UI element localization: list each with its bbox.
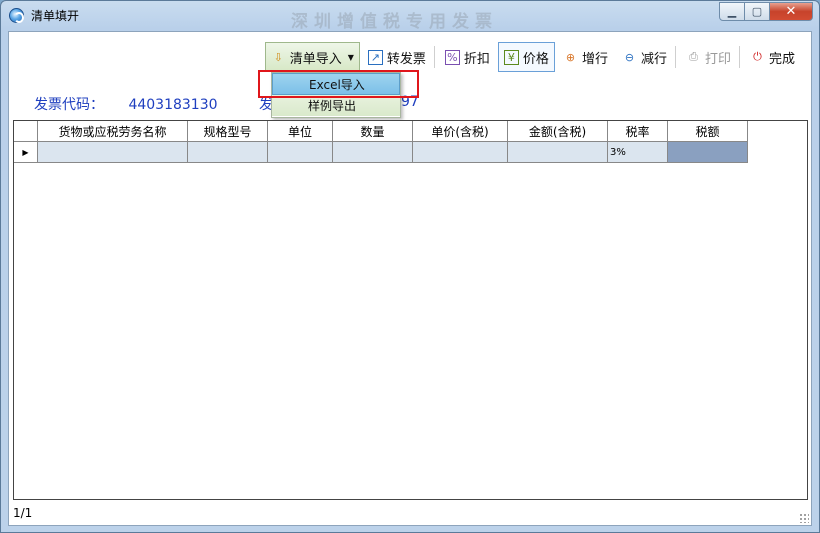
column-header[interactable]: 货物或应税劳务名称 (38, 121, 188, 142)
price-button[interactable]: ¥ 价格 (497, 42, 555, 72)
close-button[interactable]: ✕ (770, 2, 813, 21)
delete-row-icon: ⊖ (624, 50, 635, 64)
cell-quantity[interactable] (333, 142, 413, 163)
add-row-label: 增行 (581, 51, 608, 67)
window-title: 清单填开 (31, 9, 80, 23)
to-invoice-button[interactable]: ↗ 转发票 (362, 42, 432, 72)
discount-button[interactable]: % 折扣 (439, 42, 496, 72)
print-button[interactable]: ⎙ 打印 (680, 42, 737, 72)
convert-icon: ↗ (367, 49, 383, 65)
delete-row-label: 减行 (640, 51, 667, 67)
column-header[interactable]: 单价(含税) (413, 121, 508, 142)
cell-unit[interactable] (268, 142, 333, 163)
page-indicator: 1/1 (13, 506, 33, 520)
column-header[interactable]: 税率 (608, 121, 668, 142)
toolbar-separator (738, 46, 740, 68)
invoice-code-label: 发票代码： (34, 97, 104, 113)
done-button[interactable]: ⏻ 完成 (744, 42, 801, 72)
invoice-code-value: 4403183130 (128, 97, 218, 113)
grid-header-row: 货物或应税劳务名称 规格型号 单位 数量 单价(含税) 金额(含税) 税率 税额 (14, 121, 748, 142)
toolbar-separator (433, 46, 435, 68)
cell-goods-name[interactable] (38, 142, 188, 163)
power-icon: ⏻ (753, 50, 762, 63)
table-row[interactable]: ▶ 3% (14, 142, 748, 163)
row-pointer-icon[interactable]: ▶ (14, 142, 38, 163)
discount-label: 折扣 (463, 51, 490, 67)
cell-unit-price[interactable] (413, 142, 508, 163)
highlight-box (258, 70, 419, 98)
price-icon: ¥ (503, 49, 519, 65)
column-header[interactable]: 单位 (268, 121, 333, 142)
done-label: 完成 (768, 51, 795, 67)
list-import-label: 清单导入 (289, 51, 342, 67)
printer-icon: ⎙ (689, 50, 698, 63)
price-label: 价格 (522, 51, 549, 67)
delete-row-button[interactable]: ⊖ 减行 (616, 42, 673, 72)
toolbar: ⇩ 清单导入 ▼ ↗ 转发票 % 折扣 ¥ 价格 ⊕ 增行 ⊖ 减行 ⎙ 打印 … (263, 40, 801, 74)
minimize-icon: ▁ (727, 5, 737, 18)
title-bar[interactable]: 清单填开 深圳增值税专用发票 ▁ ▢ ✕ (1, 1, 819, 32)
column-header[interactable]: 数量 (333, 121, 413, 142)
invoice-list-window: 清单填开 深圳增值税专用发票 ▁ ▢ ✕ ⇩ 清单导入 ▼ ↗ 转发票 % 折扣 (0, 0, 820, 533)
import-icon: ⇩ (273, 50, 283, 64)
client-area: ⇩ 清单导入 ▼ ↗ 转发票 % 折扣 ¥ 价格 ⊕ 增行 ⊖ 减行 ⎙ 打印 … (8, 31, 812, 526)
app-icon (9, 8, 24, 23)
window-controls: ▁ ▢ ✕ (719, 2, 813, 21)
column-header[interactable]: 税额 (668, 121, 748, 142)
add-row-icon: ⊕ (565, 50, 576, 64)
cell-tax-rate[interactable]: 3% (608, 142, 668, 163)
background-invoice-title: 深圳增值税专用发票 (291, 12, 498, 32)
invoice-code-row: 发票代码： 4403183130 (34, 94, 218, 114)
column-header[interactable]: 规格型号 (188, 121, 268, 142)
minimize-button[interactable]: ▁ (719, 2, 745, 21)
column-header[interactable]: 金额(含税) (508, 121, 608, 142)
print-label: 打印 (704, 51, 731, 67)
close-icon: ✕ (785, 4, 797, 19)
menu-item-sample-export[interactable]: 样例导出 (272, 95, 400, 117)
list-import-button[interactable]: ⇩ 清单导入 ▼ (264, 42, 360, 72)
cell-spec[interactable] (188, 142, 268, 163)
row-header-corner (14, 121, 38, 142)
resize-grip-icon[interactable] (799, 513, 809, 523)
maximize-icon: ▢ (751, 5, 763, 18)
maximize-button[interactable]: ▢ (745, 2, 770, 21)
cell-tax-amount[interactable] (668, 142, 748, 163)
goods-grid: 货物或应税劳务名称 规格型号 单位 数量 单价(含税) 金额(含税) 税率 税额… (13, 120, 808, 500)
discount-icon: % (444, 49, 460, 65)
add-row-button[interactable]: ⊕ 增行 (557, 42, 614, 72)
to-invoice-label: 转发票 (386, 51, 426, 67)
chevron-down-icon: ▼ (347, 52, 354, 62)
toolbar-separator (674, 46, 676, 68)
cell-amount[interactable] (508, 142, 608, 163)
